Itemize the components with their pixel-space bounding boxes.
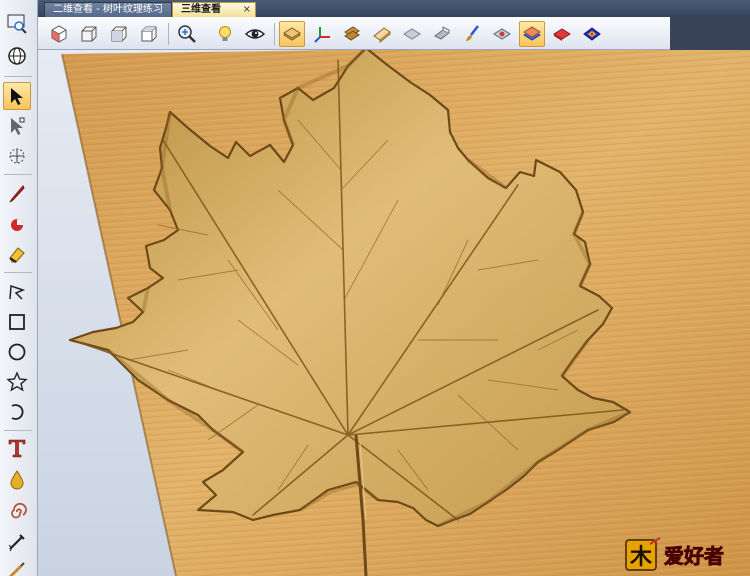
zoom-window-icon[interactable]: [3, 10, 31, 38]
circle-icon[interactable]: [3, 338, 31, 366]
select-arrow-icon[interactable]: [3, 82, 31, 110]
toolbar-separator: [4, 174, 32, 175]
text-icon[interactable]: [3, 434, 31, 462]
tab-2d-label: 二维查看 - 树叶纹理练习: [53, 4, 163, 15]
relief-stack-icon[interactable]: [339, 21, 365, 47]
node-edit-icon[interactable]: [3, 112, 31, 140]
toolbar-separator: [168, 23, 169, 45]
zoom-icon[interactable]: [174, 21, 200, 47]
relief-flat-icon[interactable]: [399, 21, 425, 47]
document-tab-strip: 二维查看 - 树叶纹理练习 三维查看 ×: [0, 0, 750, 17]
paint-brush-icon[interactable]: [459, 21, 485, 47]
globe-icon[interactable]: [3, 42, 31, 70]
side-view-icon[interactable]: [106, 21, 132, 47]
application-window: 二维查看 - 树叶纹理练习 三维查看 × 木 爱好者: [0, 0, 750, 576]
gradient-diamond-icon[interactable]: [579, 21, 605, 47]
red-relief-icon[interactable]: [549, 21, 575, 47]
toolbar-separator: [4, 430, 32, 431]
iso-view-icon[interactable]: [46, 21, 72, 47]
drop-icon[interactable]: [3, 466, 31, 494]
relief-shade-icon[interactable]: [429, 21, 455, 47]
top-view-icon[interactable]: [136, 21, 162, 47]
pen-icon[interactable]: [3, 180, 31, 208]
bulb-icon[interactable]: [212, 21, 238, 47]
texture-diamond-icon[interactable]: [489, 21, 515, 47]
tab-close-icon[interactable]: ×: [243, 3, 251, 17]
arc-icon[interactable]: [3, 398, 31, 426]
layer-plane-icon[interactable]: [279, 21, 305, 47]
watermark-logo-glyph: 木: [629, 545, 653, 570]
tab-2d-view[interactable]: 二维查看 - 树叶纹理练习: [44, 2, 172, 17]
relief-slab-icon[interactable]: [369, 21, 395, 47]
toolbar-separator: [4, 272, 32, 273]
3d-viewport[interactable]: 木 爱好者: [38, 50, 750, 576]
spiral-icon[interactable]: [3, 498, 31, 526]
transform-icon[interactable]: [3, 142, 31, 170]
relief-render: [61, 50, 750, 576]
eraser-icon[interactable]: [3, 240, 31, 268]
polyline-icon[interactable]: [3, 278, 31, 306]
view-toolbar: [38, 17, 750, 50]
smooth-icon[interactable]: [3, 556, 31, 576]
tab-3d-view[interactable]: 三维查看 ×: [172, 2, 256, 17]
star-icon[interactable]: [3, 368, 31, 396]
color-stack-icon[interactable]: [519, 21, 545, 47]
toolbar-separator: [274, 23, 275, 45]
toolbar-dark-area: [670, 17, 750, 50]
sculpt-icon[interactable]: [3, 528, 31, 556]
toolbar-separator: [4, 76, 32, 77]
tab-3d-label: 三维查看: [181, 4, 221, 15]
axis-icon[interactable]: [309, 21, 335, 47]
drawing-toolbar: [0, 0, 38, 576]
watermark-text: 爱好者: [664, 544, 724, 568]
rectangle-icon[interactable]: [3, 308, 31, 336]
paint-bucket-icon[interactable]: [3, 210, 31, 238]
front-view-icon[interactable]: [76, 21, 102, 47]
eye-icon[interactable]: [242, 21, 268, 47]
watermark-logo: 木 爱好者: [624, 536, 742, 572]
